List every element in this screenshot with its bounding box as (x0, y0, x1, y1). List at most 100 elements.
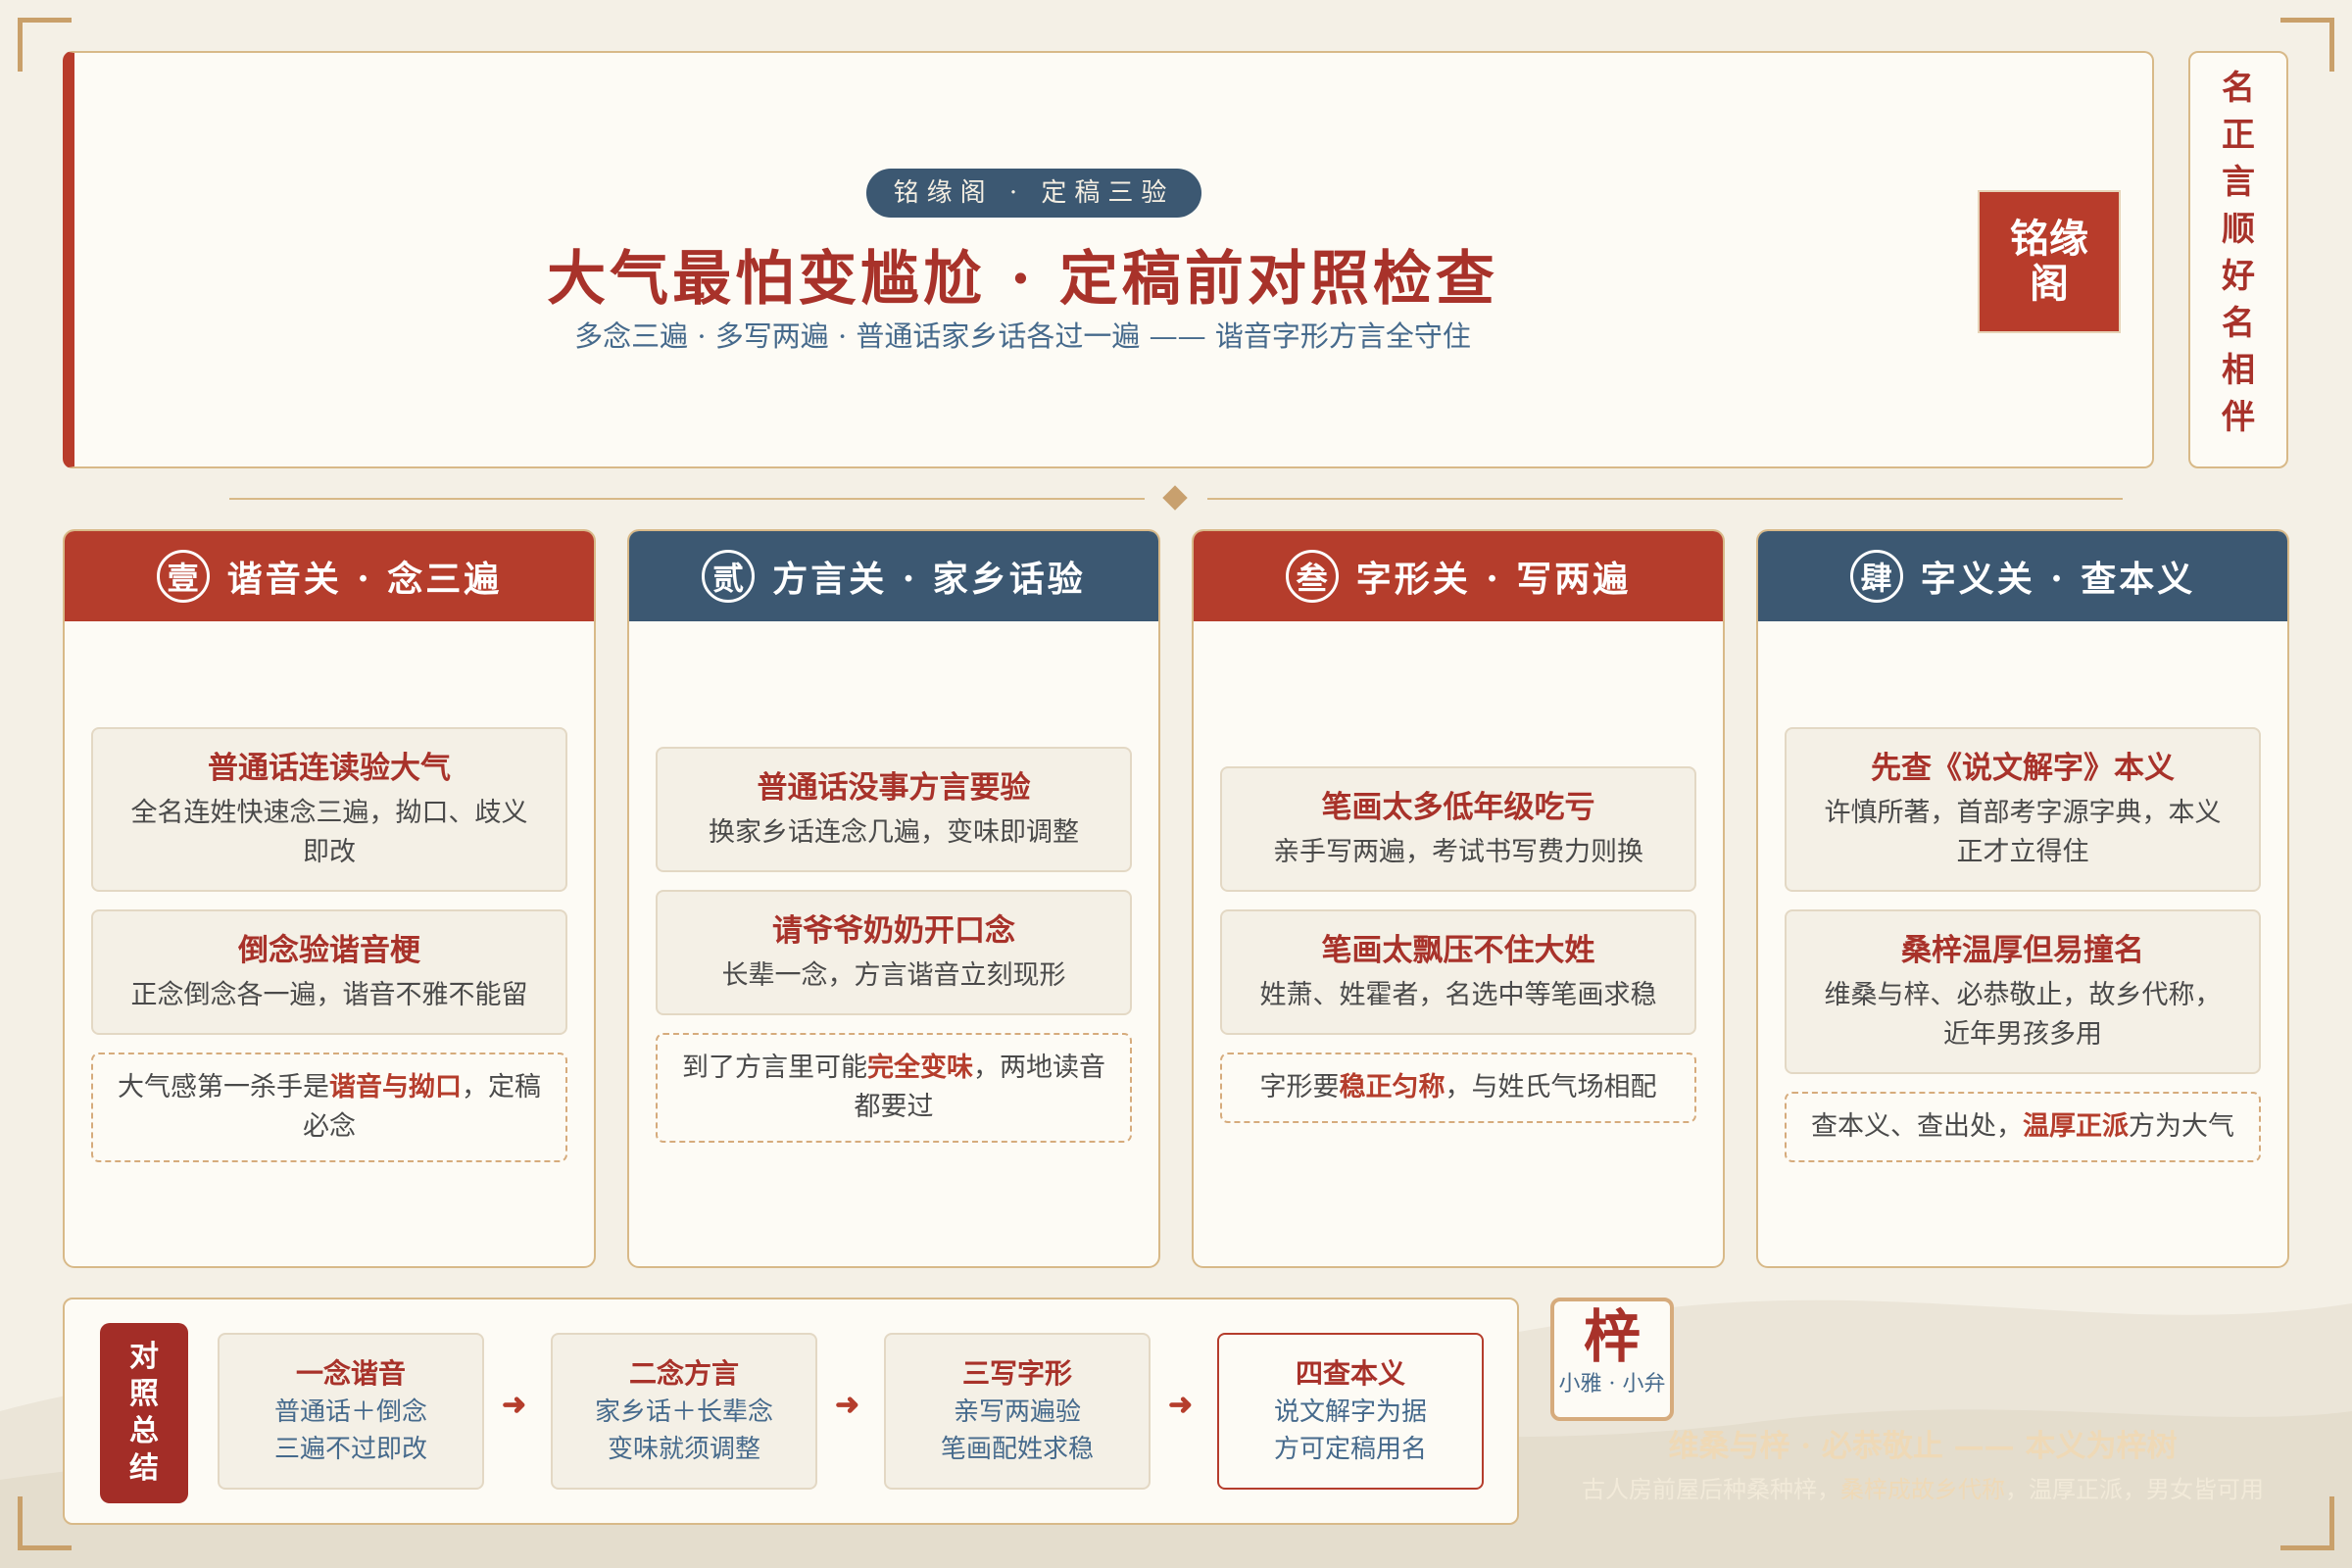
note-text: ，与姓氏气场相配 (1445, 1072, 1657, 1102)
step-line: 三遍不过即改 (273, 1435, 427, 1464)
arrow-right-icon: ➜ (502, 1388, 527, 1422)
page-title: 大气最怕变尴尬 · 定稿前对照检查 (547, 245, 1498, 314)
summary-step-final: 四查本义 说文解字为据 方可定稿用名 (1217, 1333, 1484, 1490)
item-desc: 正念倒念各一遍，谐音不雅不能留 (130, 980, 528, 1010)
item-title: 请爷爷奶奶开口念 (772, 913, 1015, 949)
item-desc: 维桑与梓、必恭敬止，故乡代称，近年男孩多用 (1824, 980, 2222, 1050)
number-badge-icon: 叁 (1285, 550, 1339, 603)
card-header: 肆 字义关 · 查本义 (1758, 531, 2287, 621)
badge-character: 梓 (1583, 1303, 1641, 1370)
item-desc: 全名连姓快速念三遍，拗口、歧义即改 (130, 798, 528, 867)
banner-char: 名 (2222, 304, 2255, 343)
number-badge-icon: 肆 (1849, 550, 1903, 603)
header-panel: 铭缘阁 · 定稿三验 大气最怕变尴尬 · 定稿前对照检查 多念三遍 · 多写两遍… (63, 51, 2154, 468)
note-highlight: 稳正匀称 (1339, 1072, 1446, 1102)
item-title: 笔画太飘压不住大姓 (1321, 933, 1595, 968)
card-header: 叁 字形关 · 写两遍 (1194, 531, 1723, 621)
banner-char: 顺 (2222, 210, 2255, 249)
note-highlight: 完全变味 (867, 1053, 973, 1083)
summary-label: 对 照 总 结 (100, 1323, 188, 1503)
banner-char: 好 (2222, 257, 2255, 296)
motto-text: 古人房前屋后种桑种梓， (1582, 1476, 1840, 1503)
note-highlight: 谐音与拗口 (329, 1072, 462, 1102)
corner-ornament-bottom-right (2280, 1496, 2334, 1550)
card-note: 到了方言里可能完全变味，两地读音都要过 (656, 1033, 1132, 1143)
side-vertical-banner: 名 正 言 顺 好 名 相 伴 (2188, 51, 2288, 468)
item-title: 笔画太多低年级吃亏 (1321, 790, 1595, 825)
summary-label-char: 对 (129, 1340, 159, 1374)
banner-char: 正 (2222, 116, 2255, 155)
divider-right (1207, 498, 2123, 500)
seal-line-2: 阁 (2030, 261, 2069, 307)
check-item: 普通话没事方言要验 换家乡话连念几遍，变味即调整 (656, 747, 1132, 872)
step-line: 亲写两遍验 (953, 1397, 1081, 1427)
divider-left (229, 498, 1145, 500)
brand-seal: 铭缘 阁 (1978, 190, 2121, 333)
note-text: 字形要 (1259, 1072, 1340, 1102)
card-note: 查本义、查出处，温厚正派方为大气 (1785, 1092, 2261, 1162)
step-title: 三写字形 (961, 1357, 1072, 1390)
step-title: 一念谐音 (295, 1357, 406, 1390)
header-pill: 铭缘阁 · 定稿三验 (866, 169, 1201, 218)
note-text: 查本义、查出处， (1811, 1111, 2023, 1142)
note-highlight: 温厚正派 (2023, 1111, 2129, 1142)
card-title: 字义关 · 查本义 (1920, 559, 2196, 600)
card-title: 谐音关 · 念三遍 (226, 559, 503, 600)
card-meaning: 肆 字义关 · 查本义 先查《说文解字》本义 许慎所著，首部考字源字典，本义正才… (1756, 529, 2289, 1268)
step-line: 普通话＋倒念 (273, 1397, 427, 1427)
step-title: 四查本义 (1295, 1357, 1405, 1390)
card-title: 字形关 · 写两遍 (1355, 559, 1632, 600)
banner-char: 伴 (2222, 398, 2255, 437)
item-title: 桑梓温厚但易撞名 (1901, 933, 2144, 968)
number-badge-icon: 贰 (702, 550, 756, 603)
item-title: 普通话没事方言要验 (757, 770, 1031, 806)
note-text: 到了方言里可能 (682, 1053, 867, 1083)
step-line: 变味就须调整 (607, 1435, 760, 1464)
motto-line-1: 维桑与梓 · 必恭敬止 —— 本义为梓树 (1668, 1429, 2178, 1464)
card-homophone: 壹 谐音关 · 念三遍 普通话连读验大气 全名连姓快速念三遍，拗口、歧义即改 倒… (63, 529, 596, 1268)
divider-diamond-icon (1162, 485, 1188, 511)
item-title: 倒念验谐音梗 (238, 933, 420, 968)
summary-panel: 对 照 总 结 一念谐音 普通话＋倒念 三遍不过即改 ➜ 二念方言 家乡话＋长辈… (63, 1298, 1519, 1525)
check-item: 倒念验谐音梗 正念倒念各一遍，谐音不雅不能留 (91, 909, 567, 1035)
motto-highlight: 桑梓成故乡代称 (1840, 1476, 2005, 1503)
item-desc: 姓萧、姓霍者，名选中等笔画求稳 (1259, 980, 1657, 1010)
summary-step: 三写字形 亲写两遍验 笔画配姓求稳 (884, 1333, 1151, 1490)
check-item: 桑梓温厚但易撞名 维桑与梓、必恭敬止，故乡代称，近年男孩多用 (1785, 909, 2261, 1074)
arrow-right-icon: ➜ (1168, 1388, 1194, 1422)
step-title: 二念方言 (628, 1357, 739, 1390)
character-badge: 梓 小雅 · 小弁 (1550, 1298, 1674, 1421)
card-title: 方言关 · 家乡话验 (772, 559, 1086, 600)
step-line: 笔画配姓求稳 (940, 1435, 1094, 1464)
check-item: 笔画太多低年级吃亏 亲手写两遍，考试书写费力则换 (1220, 766, 1696, 892)
check-item: 笔画太飘压不住大姓 姓萧、姓霍者，名选中等笔画求稳 (1220, 909, 1696, 1035)
item-title: 普通话连读验大气 (208, 751, 451, 786)
card-note: 字形要稳正匀称，与姓氏气场相配 (1220, 1053, 1696, 1123)
card-glyph: 叁 字形关 · 写两遍 笔画太多低年级吃亏 亲手写两遍，考试书写费力则换 笔画太… (1192, 529, 1725, 1268)
step-line: 说文解字为据 (1273, 1397, 1427, 1427)
number-badge-icon: 壹 (156, 550, 210, 603)
step-line: 方可定稿用名 (1273, 1435, 1427, 1464)
card-header: 贰 方言关 · 家乡话验 (629, 531, 1158, 621)
item-desc: 长辈一念，方言谐音立刻现形 (721, 960, 1066, 991)
motto-line-2: 古人房前屋后种桑种梓，桑梓成故乡代称，温厚正派，男女皆可用 (1550, 1470, 2295, 1504)
item-desc: 换家乡话连念几遍，变味即调整 (709, 817, 1079, 848)
check-item: 先查《说文解字》本义 许慎所著，首部考字源字典，本义正才立得住 (1785, 727, 2261, 892)
summary-step: 二念方言 家乡话＋长辈念 变味就须调整 (551, 1333, 817, 1490)
banner-char: 相 (2222, 351, 2255, 390)
summary-label-char: 照 (129, 1377, 159, 1411)
motto-text: ，温厚正派，男女皆可用 (2005, 1476, 2264, 1503)
item-desc: 亲手写两遍，考试书写费力则换 (1273, 837, 1643, 867)
summary-label-char: 结 (129, 1451, 159, 1486)
card-dialect: 贰 方言关 · 家乡话验 普通话没事方言要验 换家乡话连念几遍，变味即调整 请爷… (627, 529, 1160, 1268)
card-header: 壹 谐音关 · 念三遍 (65, 531, 594, 621)
check-item: 普通话连读验大气 全名连姓快速念三遍，拗口、歧义即改 (91, 727, 567, 892)
page-subtitle: 多念三遍 · 多写两遍 · 普通话家乡话各过一遍 —— 谐音字形方言全守住 (574, 319, 1471, 353)
seal-line-1: 铭缘 (2010, 216, 2088, 262)
note-text: 大气感第一杀手是 (118, 1072, 329, 1102)
summary-step: 一念谐音 普通话＋倒念 三遍不过即改 (218, 1333, 484, 1490)
check-item: 请爷爷奶奶开口念 长辈一念，方言谐音立刻现形 (656, 890, 1132, 1015)
item-desc: 许慎所著，首部考字源字典，本义正才立得住 (1824, 798, 2222, 867)
card-note: 大气感第一杀手是谐音与拗口，定稿必念 (91, 1053, 567, 1162)
arrow-right-icon: ➜ (835, 1388, 860, 1422)
